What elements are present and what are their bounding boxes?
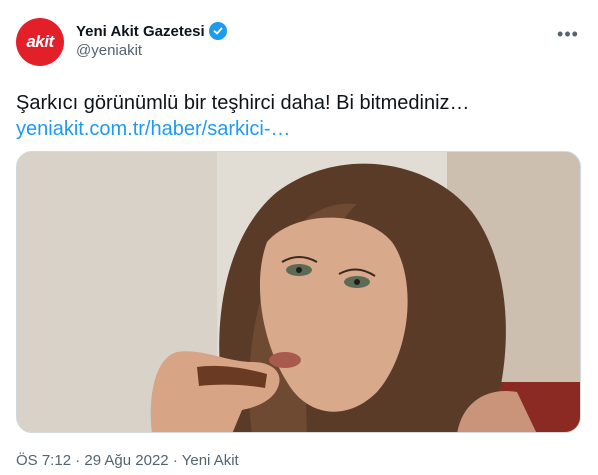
- tweet-text: Şarkıcı görünümlü bir teşhirci daha! Bi …: [16, 90, 582, 142]
- tweet-source[interactable]: Yeni Akit: [182, 452, 239, 469]
- display-name[interactable]: Yeni Akit Gazetesi: [76, 23, 205, 40]
- tweet[interactable]: akit Yeni Akit Gazetesi @yeniakit ••• Şa…: [0, 0, 598, 475]
- tweet-date[interactable]: 29 Ağu 2022: [84, 452, 168, 469]
- avatar[interactable]: akit: [16, 18, 64, 66]
- photo-illustration: [17, 152, 580, 432]
- more-options-button[interactable]: •••: [554, 24, 582, 44]
- avatar-logo-text: akit: [26, 32, 54, 51]
- tweet-meta: ÖS 7:12 · 29 Ağu 2022 · Yeni Akit: [16, 452, 239, 469]
- author-names[interactable]: Yeni Akit Gazetesi @yeniakit: [76, 22, 227, 59]
- tweet-time[interactable]: ÖS 7:12: [16, 452, 71, 469]
- tweet-header: akit Yeni Akit Gazetesi @yeniakit •••: [16, 18, 586, 66]
- meta-separator: ·: [71, 452, 85, 469]
- tweet-body: Şarkıcı görünümlü bir teşhirci daha! Bi …: [16, 92, 470, 114]
- author-handle[interactable]: @yeniakit: [76, 42, 227, 59]
- tweet-media-image[interactable]: [16, 151, 581, 433]
- verified-badge-icon: [208, 22, 227, 40]
- tweet-link[interactable]: yeniakit.com.tr/haber/sarkici-…: [16, 116, 582, 142]
- more-horizontal-icon: •••: [557, 23, 579, 44]
- meta-separator: ·: [168, 452, 182, 469]
